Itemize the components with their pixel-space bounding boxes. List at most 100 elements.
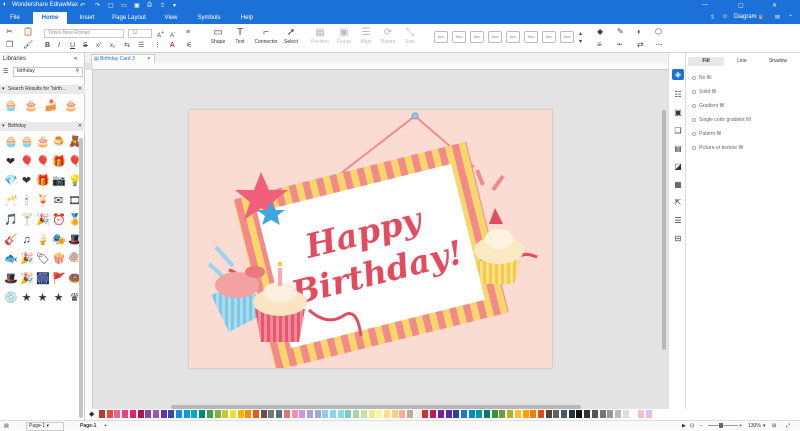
zoom-slider-thumb[interactable] — [719, 423, 723, 428]
dash-icon[interactable]: ┅ — [617, 41, 622, 49]
numbering-icon[interactable]: ⋮ — [154, 42, 161, 50]
tab-birthday-card[interactable]: ▤ Birthday Card 3 ✕ — [91, 54, 155, 63]
tab-line[interactable]: Line — [724, 57, 760, 66]
style-swatch[interactable]: Abc — [470, 31, 484, 43]
font-size-select[interactable]: 12 — [128, 29, 152, 38]
style-swatch[interactable]: Abc — [506, 31, 520, 43]
new-icon[interactable]: ▢ — [108, 2, 114, 9]
color-swatch[interactable] — [576, 410, 583, 418]
tab-insert[interactable]: Insert — [70, 12, 104, 24]
pattern-fill-option[interactable]: Pattern fill — [692, 131, 721, 137]
fill-bucket-icon[interactable]: ◆ — [89, 410, 94, 418]
shadow-icon[interactable]: ◐ — [637, 28, 642, 36]
close-section-icon[interactable]: ✕ — [78, 122, 82, 131]
color-swatch[interactable] — [468, 410, 475, 418]
color-swatch[interactable] — [622, 410, 629, 418]
color-swatch[interactable] — [399, 410, 406, 418]
no-fill-option[interactable]: No fill — [692, 75, 712, 81]
firework-icon[interactable]: 🎆 — [36, 273, 50, 286]
outline-panel-icon[interactable]: ☷ — [672, 89, 684, 100]
fit-page-icon[interactable]: ⊞ — [772, 422, 776, 430]
image-panel-icon[interactable]: ▣ — [672, 107, 684, 118]
color-swatch[interactable] — [99, 410, 105, 418]
close-icon[interactable]: ✕ — [772, 2, 777, 9]
tab-help[interactable]: Help — [230, 12, 264, 24]
italic-icon[interactable]: I — [58, 42, 60, 50]
zoom-slider[interactable] — [708, 425, 738, 426]
tab-symbols[interactable]: Symbols — [190, 12, 228, 24]
color-swatch[interactable] — [630, 410, 637, 418]
color-swatch[interactable] — [214, 410, 221, 418]
color-swatch[interactable] — [199, 410, 206, 418]
color-swatch[interactable] — [137, 410, 144, 418]
text-highlight-icon[interactable]: ⚟ — [186, 42, 192, 50]
font-color-icon[interactable]: A — [170, 42, 175, 50]
popcorn-icon[interactable]: 🍿 — [52, 253, 66, 266]
settings-panel-icon[interactable]: ☰ — [672, 215, 684, 226]
page-panel-icon[interactable]: ▤ — [672, 143, 684, 154]
zoom-out-icon[interactable]: − — [700, 422, 703, 430]
color-swatch[interactable] — [638, 410, 644, 418]
select-tool[interactable]: ➚ Select — [279, 27, 303, 45]
color-swatch[interactable] — [584, 410, 591, 418]
open-icon[interactable]: ▭ — [121, 2, 127, 9]
heart-icon[interactable]: ❤ — [4, 156, 17, 169]
color-swatch[interactable] — [368, 410, 375, 418]
color-swatch[interactable] — [407, 410, 413, 418]
color-swatch[interactable] — [206, 410, 213, 418]
text-direction-icon[interactable]: ⇆ — [124, 42, 130, 50]
format-painter-icon[interactable]: 🖌 — [23, 41, 33, 49]
color-swatch[interactable] — [114, 410, 121, 418]
color-swatch[interactable] — [514, 410, 521, 418]
color-swatch[interactable] — [322, 410, 329, 418]
party-hat-icon[interactable]: 🎉 — [36, 214, 50, 227]
color-swatch[interactable] — [245, 410, 252, 418]
undo-icon[interactable]: ↶ — [80, 2, 85, 9]
style-swatch[interactable]: Abc — [452, 31, 466, 43]
style-swatch[interactable]: Abc — [524, 31, 538, 43]
cake-icon[interactable]: 🎂 — [64, 100, 78, 113]
gift-icon[interactable]: 🎁 — [36, 175, 50, 188]
color-swatch[interactable] — [183, 410, 190, 418]
color-swatch[interactable] — [414, 410, 421, 418]
color-swatch[interactable] — [484, 410, 490, 418]
group-tool[interactable]: ▣ Group — [332, 27, 356, 45]
color-swatch[interactable] — [360, 410, 367, 418]
zoom-level[interactable]: 130% — [748, 422, 761, 430]
color-swatch[interactable] — [191, 410, 198, 418]
cheers-icon[interactable]: 🥂 — [4, 195, 18, 208]
drink-icon[interactable]: 🍹 — [36, 195, 50, 208]
color-swatch[interactable] — [283, 410, 290, 418]
library-scrollbar[interactable] — [79, 138, 83, 418]
bold-icon[interactable]: B — [45, 42, 50, 50]
position-tool[interactable]: ▦ Position — [308, 27, 332, 45]
subscript-icon[interactable]: x₂ — [110, 42, 115, 50]
color-swatch[interactable] — [545, 410, 552, 418]
color-swatch[interactable] — [276, 410, 283, 418]
color-swatch[interactable] — [129, 410, 136, 418]
style-swatch[interactable]: Abc — [434, 31, 448, 43]
mask-icon[interactable]: 🎭 — [52, 234, 66, 247]
dessert-icon[interactable]: 🍮 — [52, 136, 66, 149]
color-swatch[interactable] — [437, 410, 444, 418]
star-icon[interactable]: ★ — [36, 292, 49, 305]
candles-icon[interactable]: 🕯 — [20, 195, 33, 208]
camera-icon[interactable]: 📷 — [52, 175, 66, 188]
color-swatch[interactable] — [507, 410, 514, 418]
tag-icon[interactable]: 🏷 — [36, 253, 50, 266]
color-swatch[interactable] — [299, 410, 306, 418]
color-swatch[interactable] — [160, 410, 167, 418]
color-swatch[interactable] — [253, 410, 259, 418]
party-hat-icon[interactable]: 🎉 — [20, 253, 34, 266]
line-weight-icon[interactable]: ≡ — [597, 41, 602, 49]
color-swatch[interactable] — [430, 410, 437, 418]
tab-page-layout[interactable]: Page Layout — [106, 12, 152, 24]
library-search-input[interactable]: birthday ⚲ — [13, 67, 83, 77]
color-swatch[interactable] — [476, 410, 483, 418]
maximize-icon[interactable]: ▢ — [738, 2, 744, 9]
tab-fill[interactable]: Fill — [688, 57, 724, 66]
clock-icon[interactable]: ⏰ — [52, 214, 66, 227]
zoom-in-icon[interactable]: + — [739, 422, 742, 430]
page-layout-icon[interactable]: ▤ — [4, 422, 9, 430]
color-swatch[interactable] — [229, 410, 236, 418]
